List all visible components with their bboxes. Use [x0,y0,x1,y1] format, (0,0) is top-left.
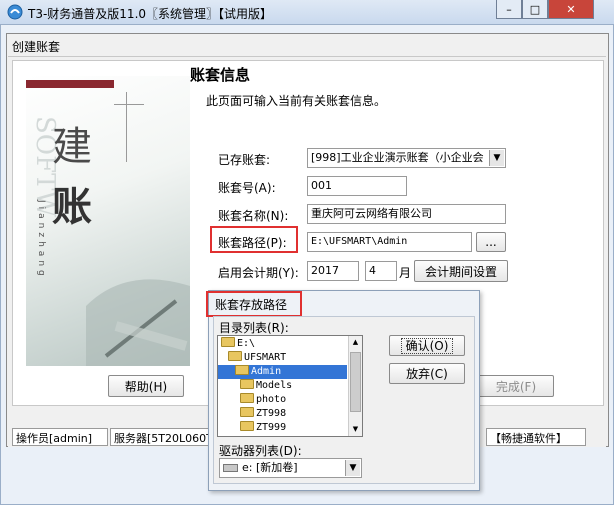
status-brand: 【畅捷通软件】 [486,428,586,446]
folder-icon [240,421,254,431]
tree-item-label: E:\ [237,338,256,349]
chevron-down-icon[interactable]: ▼ [489,150,504,166]
existing-account-label: 已存账套: [218,153,271,167]
tree-item-label: UFSMART [244,352,287,363]
tree-scrollbar[interactable]: ▲ ▼ [348,336,362,436]
help-label: 帮助(H) [124,379,168,394]
tree-item-drive[interactable]: E:\ [221,337,255,351]
finish-button[interactable]: 完成(F) [478,375,554,397]
path-confirm-button[interactable]: 确认(O) [389,335,465,356]
status-brand-text: 【畅捷通软件】 [490,432,567,445]
status-server-text: 服务器[5T20L060T [114,432,210,445]
existing-account-value: [998]工业企业演示账套（小企业会 [311,151,484,164]
scroll-up-icon[interactable]: ▲ [349,336,362,349]
dir-tree-list[interactable]: E:\ UFSMART Admin Models photo ZT998 ZT9… [217,335,363,437]
folder-open-icon [221,337,235,347]
browse-label: ... [485,235,497,249]
banner-line-h [114,104,144,105]
tree-item-label: photo [256,394,287,405]
status-operator: 操作员[admin] [12,428,108,446]
folder-icon [240,379,254,389]
help-button[interactable]: 帮助(H) [108,375,184,397]
banner-red-bar [26,80,114,88]
status-operator-text: 操作员[admin] [16,432,93,445]
banner-pen-illustration [86,279,190,366]
app-icon [7,4,23,20]
dir-list-label: 目录列表(R): [219,321,289,335]
tree-item-models[interactable]: Models [240,379,292,393]
page-title: 账套信息 [190,66,251,84]
folder-icon [240,407,254,417]
drive-select-value: e: [新加卷] [242,461,298,474]
drive-list-label: 驱动器列表(D): [219,444,302,458]
folder-open-icon [228,351,242,361]
tree-item-admin[interactable]: Admin [218,365,347,379]
tree-item-zt999[interactable]: ZT999 [240,421,286,435]
account-number-label: 账套号(A): [218,181,276,195]
tree-item-label: Models [256,380,293,391]
period-settings-label: 会计期间设置 [424,264,497,279]
maximize-icon: □ [529,2,541,16]
drive-icon [223,464,238,472]
close-icon: ✕ [566,2,576,16]
banner-vertical-text: Jianzhang [36,200,46,280]
tree-item-label: Admin [251,366,282,377]
minimize-icon: – [506,2,512,16]
account-number-input[interactable]: 001 [307,176,407,196]
minimize-button[interactable]: – [496,0,522,19]
scrollbar-thumb[interactable] [350,352,361,412]
month-unit: 月 [399,266,412,280]
tree-item-photo[interactable]: photo [240,393,286,407]
start-year-input[interactable]: 2017 [307,261,359,281]
path-cancel-label: 放弃(C) [406,367,448,381]
path-dialog-title: 账套存放路径 [215,298,288,312]
chevron-down-icon[interactable]: ▼ [345,460,360,476]
start-month-input[interactable]: 4 [365,261,397,281]
dialog-title: 创建账套 [12,40,61,54]
path-cancel-button[interactable]: 放弃(C) [389,363,465,384]
scroll-down-icon[interactable]: ▼ [349,423,362,436]
page-subtitle: 此页面可输入当前有关账套信息。 [206,94,387,108]
close-button[interactable]: ✕ [548,0,594,19]
period-settings-button[interactable]: 会计期间设置 [414,260,508,282]
tree-item-label: ZT999 [256,422,287,433]
banner-line [126,92,127,162]
maximize-button[interactable]: □ [522,0,548,19]
tree-item-ufsmart[interactable]: UFSMART [228,351,286,365]
drive-select[interactable]: e: [新加卷] ▼ [219,458,362,478]
browse-path-button[interactable]: ... [476,232,506,252]
account-name-input[interactable]: 重庆阿可云网络有限公司 [307,204,506,224]
dialog-separator [8,56,606,57]
window-titlebar: T3-财务通普及版11.0〖系统管理〗【试用版】 – □ ✕ [0,0,614,24]
banner-char-jian: 建 [52,124,92,170]
folder-open-icon [235,365,249,375]
banner-char-zhang: 账 [52,183,92,230]
finish-label: 完成(F) [495,379,537,394]
existing-account-select[interactable]: [998]工业企业演示账套（小企业会 ▼ [307,148,506,168]
tree-item-zt998[interactable]: ZT998 [240,407,286,421]
tree-item-label: ZT998 [256,408,287,419]
account-path-label: 账套路径(P): [218,236,287,250]
banner-image: SOFTW 建 账 Jianzhang [26,76,190,366]
account-name-label: 账套名称(N): [218,209,289,223]
window-title: T3-财务通普及版11.0〖系统管理〗【试用版】 [28,7,273,21]
start-period-label: 启用会计期(Y): [218,266,299,280]
folder-icon [240,393,254,403]
account-path-input[interactable]: E:\UFSMART\Admin [307,232,472,252]
path-confirm-label: 确认(O) [400,337,454,354]
status-server: 服务器[5T20L060T [110,428,210,446]
